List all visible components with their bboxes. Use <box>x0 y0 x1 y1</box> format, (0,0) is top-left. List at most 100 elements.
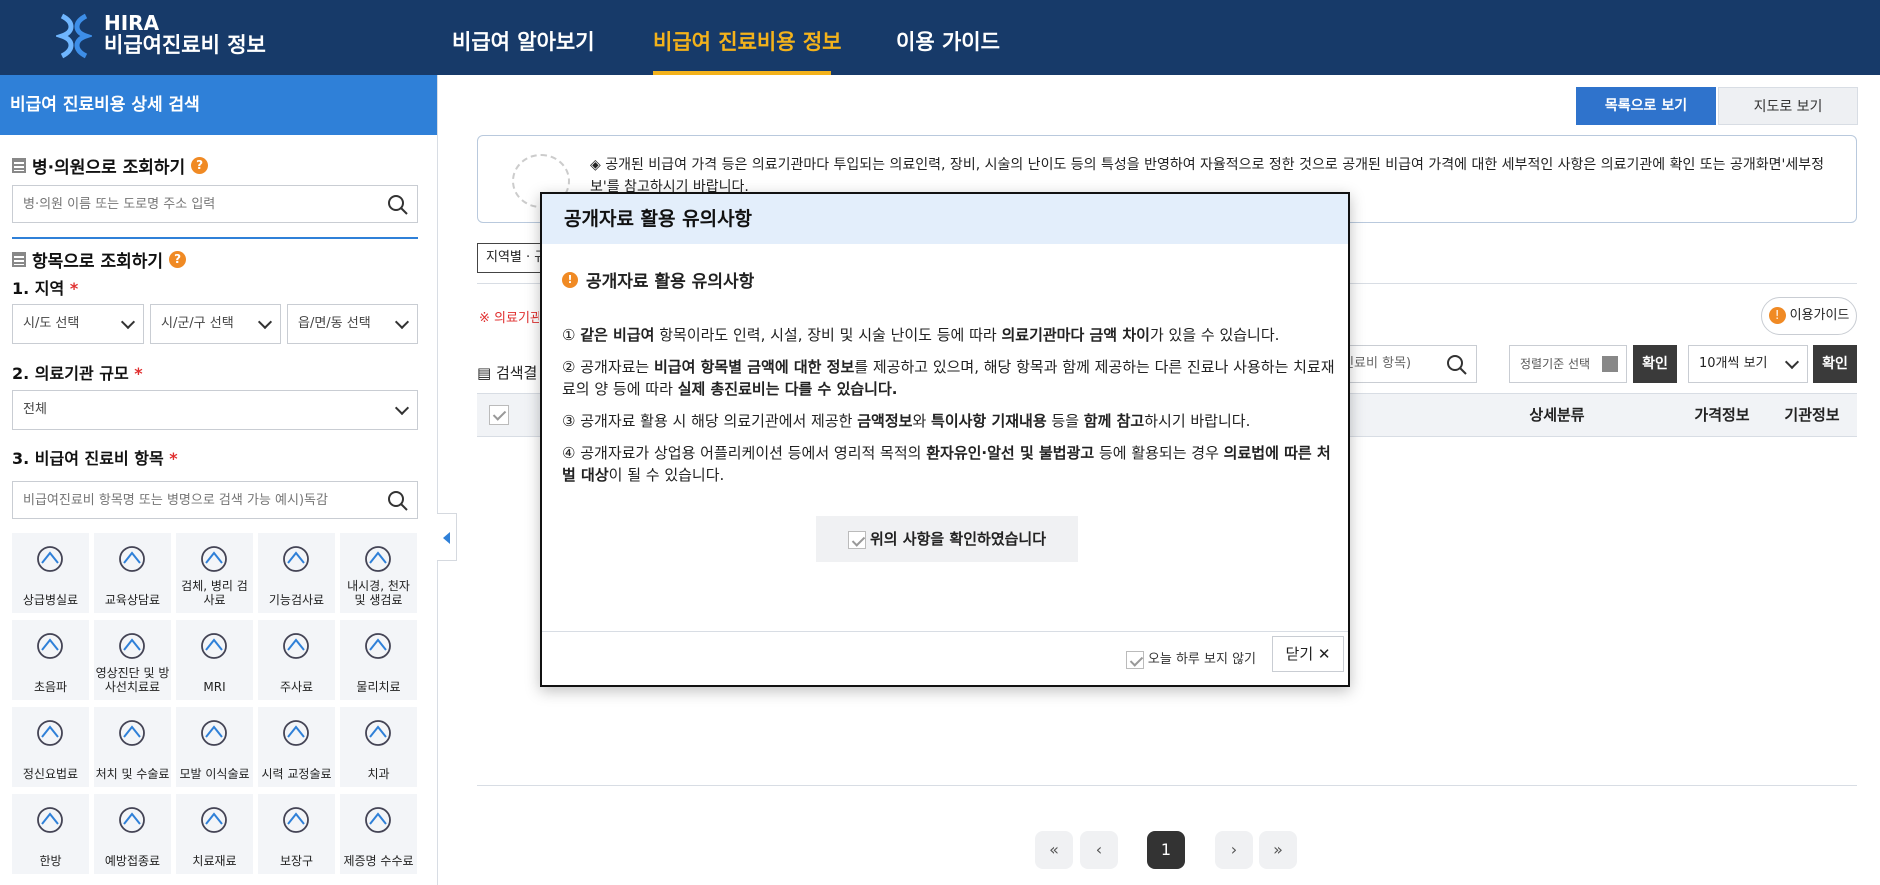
confirm-checkbox[interactable] <box>847 530 866 549</box>
notice-item-4: ④ 공개자료가 상업용 어플리케이션 등에서 영리적 목적의 환자유인·알선 및… <box>562 444 1331 484</box>
red-note: ※ 의료기관 <box>479 311 539 326</box>
lab-icon <box>201 546 227 572</box>
first-page-button[interactable]: « <box>1035 831 1073 869</box>
category-label-text: 3. 비급여 진료비 항목 <box>12 449 164 468</box>
hospital-search-input[interactable] <box>13 186 373 222</box>
page-size-confirm-button[interactable]: 확인 <box>1813 345 1857 383</box>
category-eye[interactable]: 시력 교정술료 <box>258 707 335 787</box>
category-radiology[interactable]: 영상진단 및 방사선치료료 <box>94 620 171 700</box>
filter-chip[interactable]: 지역별 · 규 <box>477 243 547 273</box>
sido-select[interactable]: 시/도 선택 <box>12 304 144 344</box>
category-label: 검체, 병리 검사료 <box>181 579 248 607</box>
category-label: 초음파 <box>33 680 68 694</box>
category-lab[interactable]: 검체, 병리 검사료 <box>176 533 253 613</box>
category-label: 모발 이식술료 <box>179 767 250 781</box>
category-hair[interactable]: 모발 이식술료 <box>176 707 253 787</box>
next-page-button[interactable]: › <box>1215 831 1253 869</box>
nav-noncovered-cost[interactable]: 비급여 진료비용 정보 <box>653 26 842 56</box>
category-search-field <box>12 481 418 519</box>
category-label: 상급병실료 <box>22 593 79 607</box>
nav-user-guide[interactable]: 이용 가이드 <box>896 26 1000 56</box>
category-label: 보장구 <box>279 854 314 868</box>
category-vaccine[interactable]: 예방접종료 <box>94 794 171 874</box>
category-certificate[interactable]: 제증명 수수료 <box>340 794 417 874</box>
category-label: 교육상담료 <box>104 593 161 607</box>
scale-select-value: 전체 <box>23 402 47 417</box>
category-label: 3. 비급여 진료비 항목 * <box>12 449 178 468</box>
help-icon[interactable]: ? <box>169 251 187 268</box>
list-icon <box>12 252 26 267</box>
confirm-checkbox-label: 위의 사항을 확인하였습니다 <box>869 530 1047 548</box>
mri-icon <box>201 633 227 659</box>
bed-icon <box>37 546 63 572</box>
hide-today-checkbox[interactable] <box>1125 650 1144 669</box>
help-icon[interactable]: ? <box>191 157 209 174</box>
prev-page-button[interactable]: ‹ <box>1080 831 1118 869</box>
category-label: 내시경, 천자 및 생검료 <box>347 579 410 607</box>
search-icon[interactable] <box>387 490 409 512</box>
category-mri[interactable]: MRI <box>176 620 253 700</box>
hospital-search-field <box>12 185 418 223</box>
vaccine-icon <box>119 807 145 833</box>
confirm-checkbox-area[interactable]: 위의 사항을 확인하였습니다 <box>816 516 1078 562</box>
search-icon[interactable] <box>387 194 409 216</box>
search-icon[interactable] <box>1446 354 1468 376</box>
select-all-checkbox[interactable] <box>489 405 509 425</box>
nav-noncovered-info[interactable]: 비급여 알아보기 <box>452 26 595 56</box>
modal-footer: 오늘 하루 보지 않기 닫기 ✕ <box>542 631 1348 685</box>
last-page-button[interactable]: » <box>1259 831 1297 869</box>
category-psych[interactable]: 정신요법료 <box>12 707 89 787</box>
hospital-search-title: 병·의원으로 조회하기 <box>32 158 186 178</box>
category-injection[interactable]: 주사료 <box>258 620 335 700</box>
category-endoscope[interactable]: 내시경, 천자 및 생검료 <box>340 533 417 613</box>
category-surgery[interactable]: 처치 및 수술료 <box>94 707 171 787</box>
category-oriental[interactable]: 한방 <box>12 794 89 874</box>
category-counsel[interactable]: 교육상담료 <box>94 533 171 613</box>
sort-icon <box>1602 356 1618 372</box>
category-label: 시력 교정술료 <box>261 767 332 781</box>
category-label: 치료재료 <box>192 854 237 868</box>
region-label-text: 1. 지역 <box>12 279 65 298</box>
scale-select[interactable]: 전체 <box>12 390 418 430</box>
chevron-down-icon <box>1784 354 1800 370</box>
category-label: 영상진단 및 방사선치료료 <box>95 666 170 694</box>
logo-line1: HIRA <box>104 11 160 35</box>
category-bed[interactable]: 상급병실료 <box>12 533 89 613</box>
category-label: MRI <box>203 680 226 694</box>
category-ultrasound[interactable]: 초음파 <box>12 620 89 700</box>
category-function-test[interactable]: 기능검사료 <box>258 533 335 613</box>
hira-logo-icon[interactable] <box>56 12 92 60</box>
category-label: 처치 및 수술료 <box>95 767 170 781</box>
category-label: 예방접종료 <box>104 854 161 868</box>
oriental-icon <box>37 807 63 833</box>
region-label: 1. 지역 * <box>12 279 79 298</box>
guide-button[interactable]: ! 이용가이드 <box>1761 297 1857 335</box>
page-1-button[interactable]: 1 <box>1147 831 1185 869</box>
category-material[interactable]: 치료재료 <box>176 794 253 874</box>
guide-button-label: 이용가이드 <box>1789 308 1850 323</box>
tooth-icon <box>365 720 391 746</box>
category-label: 주사료 <box>279 680 314 694</box>
eupmyeondong-select[interactable]: 읍/면/동 선택 <box>287 304 418 344</box>
site-logo-text[interactable]: HIRA 비급여진료비 정보 <box>104 12 266 56</box>
page-size-select[interactable]: 10개씩 보기 <box>1688 345 1808 383</box>
category-search-input[interactable] <box>13 482 373 518</box>
chevron-down-icon <box>394 314 410 330</box>
radiology-icon <box>119 633 145 659</box>
list-icon <box>12 158 26 173</box>
sort-confirm-button[interactable]: 확인 <box>1633 345 1677 383</box>
close-button[interactable]: 닫기 ✕ <box>1272 636 1344 672</box>
hide-today-option[interactable]: 오늘 하루 보지 않기 <box>1125 648 1256 669</box>
scale-label: 2. 의료기관 규모 * <box>12 364 143 383</box>
hair-icon <box>201 720 227 746</box>
list-view-button[interactable]: 목록으로 보기 <box>1576 87 1716 125</box>
col-institution-info: 기관정보 <box>1784 406 1840 424</box>
injection-icon <box>283 633 309 659</box>
category-wheelchair[interactable]: 보장구 <box>258 794 335 874</box>
ultrasound-icon <box>37 633 63 659</box>
sigungu-select[interactable]: 시/군/구 선택 <box>150 304 281 344</box>
map-view-button[interactable]: 지도로 보기 <box>1718 87 1858 125</box>
category-tooth[interactable]: 치과 <box>340 707 417 787</box>
sort-select[interactable]: 정렬기준 선택 <box>1509 345 1627 383</box>
category-physio[interactable]: 물리치료 <box>340 620 417 700</box>
